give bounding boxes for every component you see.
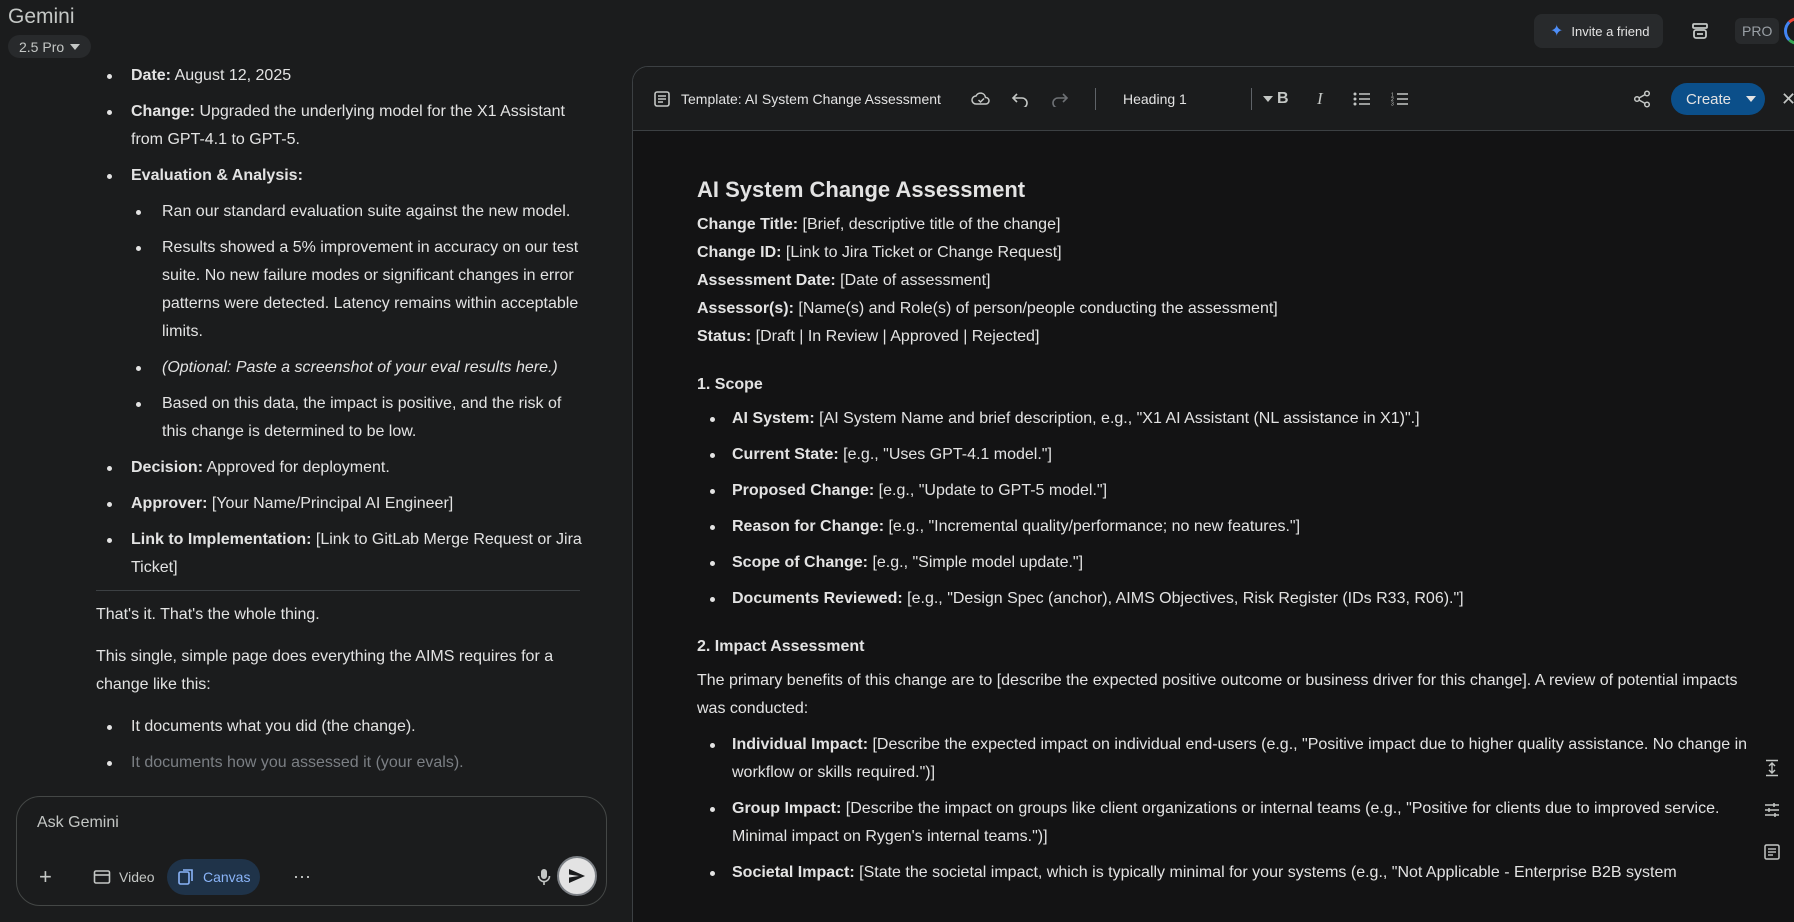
bulleted-list-icon[interactable]	[1353, 87, 1371, 111]
list-item: AI System: [AI System Name and brief des…	[697, 405, 1757, 433]
length-icon[interactable]	[1760, 756, 1784, 780]
scope-list: AI System: [AI System Name and brief des…	[697, 405, 1757, 613]
canvas-toolbar: Template: AI System Change Assessment He…	[633, 67, 1794, 131]
list-item: Individual Impact: [Describe the expecte…	[697, 731, 1757, 787]
sub-list-item: Results showed a 5% improvement in accur…	[96, 234, 586, 346]
list-item: Date: August 12, 2025	[96, 62, 586, 90]
list-item: Proposed Change: [e.g., "Update to GPT-5…	[697, 477, 1757, 505]
invite-label: Invite a friend	[1571, 23, 1650, 39]
svg-text:3: 3	[1391, 102, 1394, 107]
temporary-chat-icon[interactable]	[1687, 20, 1713, 42]
chevron-down-icon	[1746, 96, 1756, 102]
gemini-app: Gemini 2.5 Pro ✦ Invite a friend PRO Dat…	[0, 0, 1794, 922]
canvas-icon	[178, 869, 193, 885]
impact-list: Individual Impact: [Describe the expecte…	[697, 731, 1757, 887]
meta-line: Change Title: [Brief, descriptive title …	[697, 216, 1061, 233]
list-item: It documents how you assessed it (your e…	[96, 749, 586, 777]
more-icon[interactable]: ⋯	[283, 859, 321, 895]
canvas-button[interactable]: Canvas	[167, 859, 261, 895]
numbered-list-icon[interactable]: 123	[1391, 87, 1409, 111]
cloud-saved-icon[interactable]	[971, 87, 991, 111]
list-item: Reason for Change: [e.g., "Incremental q…	[697, 513, 1757, 541]
document-title: Template: AI System Change Assessment	[653, 87, 941, 111]
prompt-box[interactable]: Ask Gemini + Video Canvas ⋯	[16, 796, 607, 906]
list-item: Societal Impact: [State the societal imp…	[697, 859, 1757, 887]
add-icon[interactable]: +	[29, 859, 62, 895]
text-style-label: Heading 1	[1123, 91, 1187, 107]
account-avatar[interactable]	[1784, 17, 1794, 45]
divider	[96, 590, 580, 591]
caret-down-icon	[70, 43, 81, 50]
model-selector[interactable]: 2.5 Pro	[8, 35, 92, 58]
list-item: Change: Upgraded the underlying model fo…	[96, 98, 586, 154]
italic-icon[interactable]: I	[1317, 87, 1323, 111]
list-item: Evaluation & Analysis:	[96, 162, 586, 190]
list-item: It documents what you did (the change).	[96, 713, 586, 741]
undo-icon[interactable]	[1011, 87, 1029, 111]
list-item: Scope of Change: [e.g., "Simple model up…	[697, 549, 1757, 577]
create-label: Create	[1686, 90, 1732, 108]
section-heading: 2. Impact Assessment	[697, 638, 865, 655]
tune-icon[interactable]	[1760, 798, 1784, 822]
list-item: Link to Implementation: [Link to GitLab …	[96, 526, 586, 582]
model-label: 2.5 Pro	[19, 38, 65, 55]
chat-response: Date: August 12, 2025 Change: Upgraded t…	[96, 62, 586, 792]
impact-intro: The primary benefits of this change are …	[697, 672, 1738, 717]
list-item: Documents Reviewed: [e.g., "Design Spec …	[697, 585, 1757, 613]
meta-line: Assessor(s): [Name(s) and Role(s) of per…	[697, 300, 1278, 317]
create-button[interactable]: Create	[1671, 83, 1765, 115]
list-item: Decision: Approved for deployment.	[96, 454, 586, 482]
sub-list-item: Ran our standard evaluation suite agains…	[96, 198, 586, 226]
list-item: Current State: [e.g., "Uses GPT-4.1 mode…	[697, 441, 1757, 469]
meta-line: Assessment Date: [Date of assessment]	[697, 272, 991, 289]
bold-icon[interactable]: B	[1277, 87, 1289, 111]
list-item: Approver: [Your Name/Principal AI Engine…	[96, 490, 586, 518]
chat-paragraph: That's it. That's the whole thing.	[96, 606, 320, 623]
toolbar-divider	[1095, 88, 1096, 110]
section-heading: 1. Scope	[697, 376, 763, 393]
suggest-edits-icon[interactable]	[1760, 840, 1784, 864]
bullets-list: It documents what you did (the change). …	[96, 713, 586, 777]
toolbar-divider	[1251, 88, 1252, 110]
prompt-input[interactable]: Ask Gemini	[37, 814, 119, 832]
canvas-panel: Template: AI System Change Assessment He…	[632, 66, 1794, 922]
pro-badge: PRO	[1735, 18, 1780, 44]
document-title-label: Template: AI System Change Assessment	[681, 91, 941, 107]
video-label: Video	[119, 869, 155, 885]
invite-friend-button[interactable]: ✦ Invite a friend	[1534, 14, 1664, 48]
video-button[interactable]: Video	[83, 859, 165, 895]
meta-line: Change ID: [Link to Jira Ticket or Chang…	[697, 244, 1062, 261]
document-heading: AI System Change Assessment	[697, 177, 1026, 202]
close-icon[interactable]: ✕	[1781, 87, 1794, 111]
redo-icon[interactable]	[1051, 87, 1069, 111]
chat-paragraph: This single, simple page does everything…	[96, 648, 554, 693]
send-icon	[569, 869, 585, 883]
sub-list-item: (Optional: Paste a screenshot of your ev…	[96, 354, 586, 382]
side-tools	[1760, 756, 1784, 882]
share-icon[interactable]	[1633, 87, 1651, 111]
canvas-label: Canvas	[203, 869, 251, 885]
document-body[interactable]: AI System Change Assessment Change Title…	[697, 175, 1757, 895]
app-brand: Gemini	[8, 5, 75, 28]
sub-list-item: Based on this data, the impact is positi…	[96, 390, 586, 446]
document-icon	[654, 91, 670, 107]
microphone-icon[interactable]	[527, 859, 561, 895]
send-button[interactable]	[557, 856, 597, 896]
caret-down-icon	[1263, 96, 1273, 102]
list-item: Group Impact: [Describe the impact on gr…	[697, 795, 1757, 851]
summary-list: Date: August 12, 2025 Change: Upgraded t…	[96, 62, 586, 582]
sparkle-icon: ✦	[1550, 23, 1564, 40]
video-icon	[93, 870, 111, 884]
meta-line: Status: [Draft | In Review | Approved | …	[697, 328, 1040, 345]
